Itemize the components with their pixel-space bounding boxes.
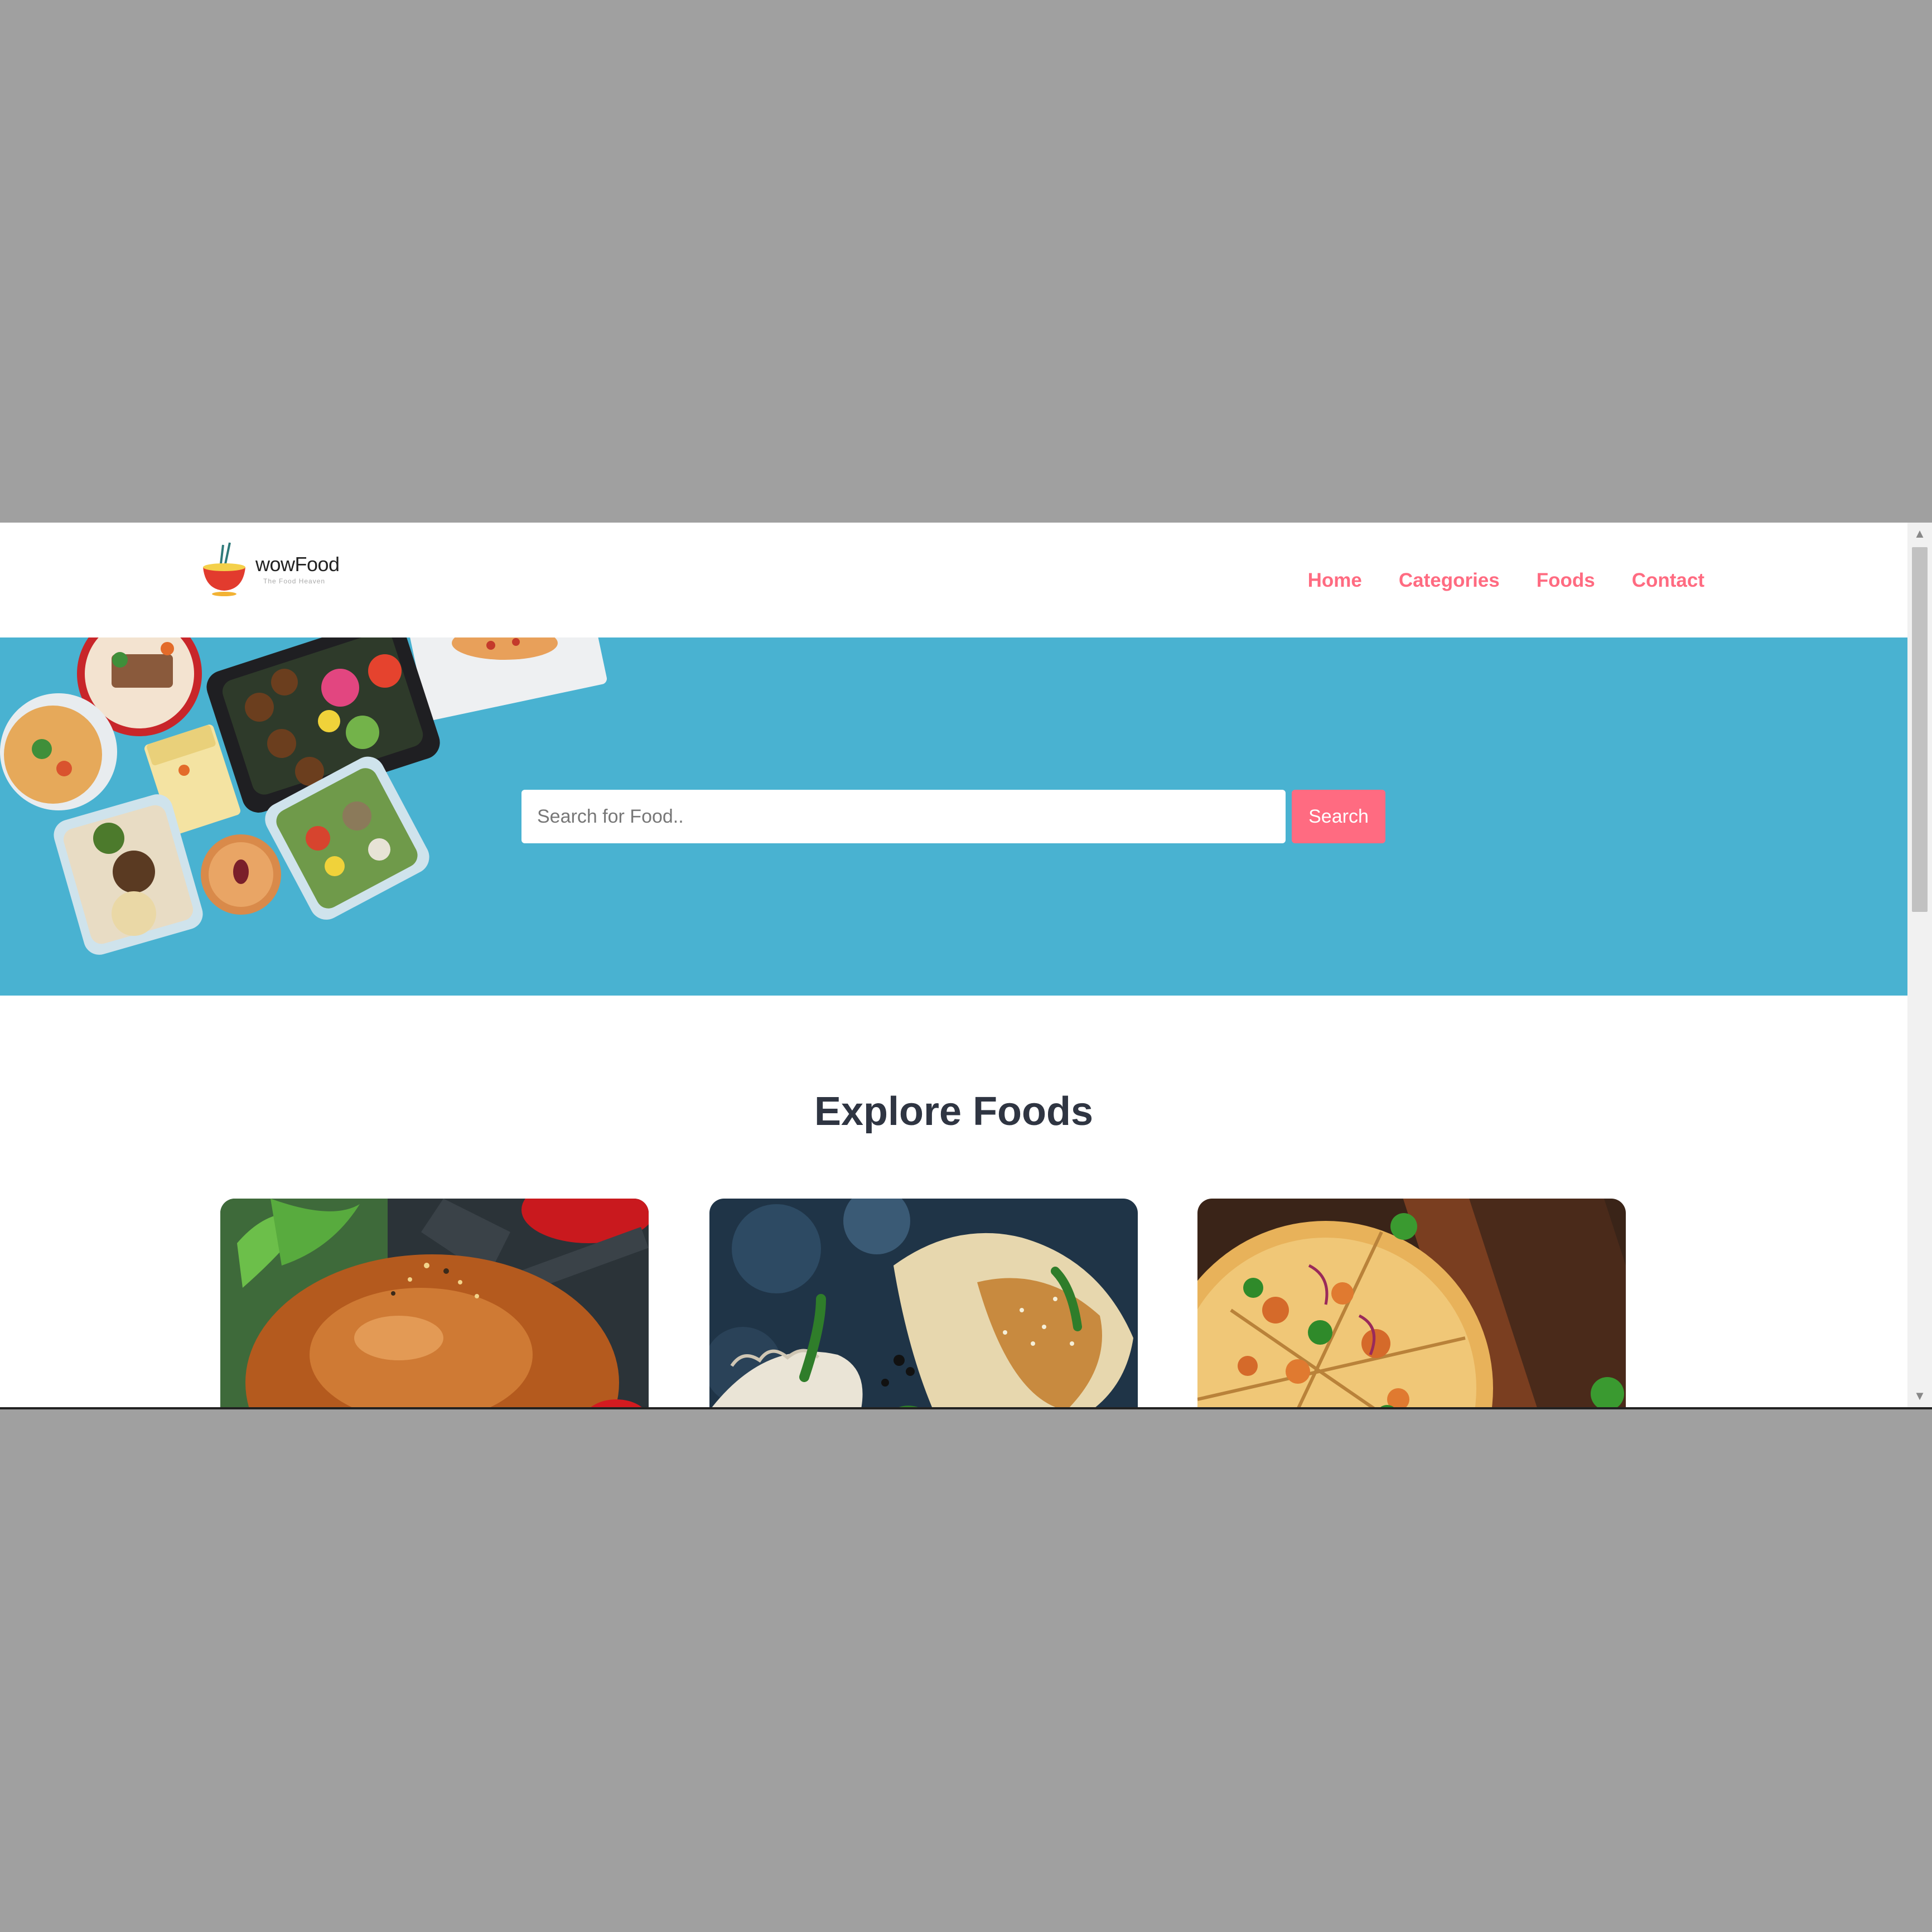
scroll-up-arrow-icon[interactable]: ▲ [1907, 523, 1932, 545]
food-card-dumplings[interactable] [709, 1199, 1138, 1407]
search-button[interactable]: Search [1292, 790, 1385, 843]
brand-tagline: The Food Heaven [263, 577, 326, 585]
explore-foods-title: Explore Foods [814, 1089, 1094, 1134]
food-bowl-icon [203, 542, 245, 596]
brand-logo[interactable]: wowFood The Food Heaven [196, 539, 352, 601]
nav-menu: Home Categories Foods Contact [1308, 569, 1704, 592]
brand-name: wowFood [255, 553, 340, 576]
nav-link-foods[interactable]: Foods [1537, 569, 1595, 592]
browser-viewport: wowFood The Food Heaven Home Categories … [0, 523, 1932, 1409]
nav-link-contact[interactable]: Contact [1632, 569, 1704, 592]
scrollbar-thumb[interactable] [1912, 547, 1928, 912]
hero-search-section: Search [0, 637, 1907, 996]
dumplings-image [709, 1199, 1138, 1407]
burger-image [220, 1199, 649, 1407]
vertical-scrollbar[interactable]: ▲ ▼ [1907, 523, 1932, 1407]
scroll-down-arrow-icon[interactable]: ▼ [1907, 1385, 1932, 1407]
nav-link-home[interactable]: Home [1308, 569, 1362, 592]
nav-link-categories[interactable]: Categories [1399, 569, 1500, 592]
search-input[interactable] [521, 790, 1286, 843]
pizza-image [1197, 1199, 1626, 1407]
navbar: wowFood The Food Heaven Home Categories … [0, 523, 1907, 637]
food-card-pizza[interactable] [1197, 1199, 1626, 1407]
food-card-burger[interactable] [220, 1199, 649, 1407]
